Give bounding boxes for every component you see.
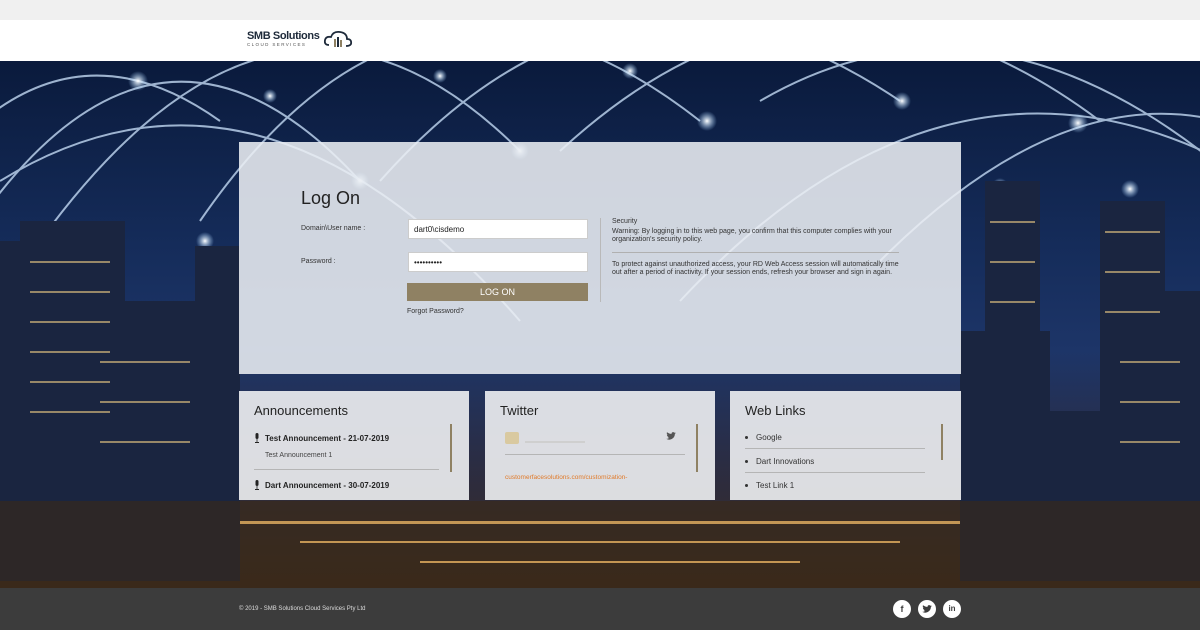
brand-logo[interactable]: SMB Solutions CLOUD SERVICES: [247, 29, 353, 49]
announcements-scrollbar[interactable]: [450, 424, 452, 472]
tweet-author-placeholder: [525, 441, 585, 443]
log-on-button[interactable]: LOG ON: [407, 283, 588, 301]
top-strip: [0, 0, 1200, 20]
copyright-text: © 2019 - SMB Solutions Cloud Services Pt…: [239, 606, 366, 612]
site-footer: © 2019 - SMB Solutions Cloud Services Pt…: [0, 588, 1200, 630]
tweet-link[interactable]: customerfacesolutions.com/customization-: [505, 474, 627, 481]
brand-sub: CLOUD SERVICES: [247, 41, 307, 47]
announcements-title: Announcements: [254, 403, 348, 418]
brand-name: SMB Solutions: [247, 29, 320, 42]
web-link-test-link-1[interactable]: Test Link 1: [745, 481, 794, 490]
bullet-icon: [745, 436, 748, 439]
site-header: SMB Solutions CLOUD SERVICES: [0, 20, 1200, 61]
password-field[interactable]: ••••••••••: [408, 252, 588, 272]
web-link-label: Test Link 1: [756, 481, 795, 490]
username-field[interactable]: dart0\cisdemo: [408, 219, 588, 239]
microphone-icon: [255, 433, 259, 443]
security-timeout: To protect against unauthorized access, …: [612, 261, 899, 276]
bullet-icon: [745, 460, 748, 463]
facebook-icon[interactable]: f: [893, 600, 911, 618]
announcement-item[interactable]: Test Announcement - 21-07-2019: [254, 433, 389, 443]
security-notice: Security Warning: By logging in to this …: [612, 218, 902, 277]
web-links-scrollbar[interactable]: [941, 424, 943, 460]
forgot-password-link[interactable]: Forgot Password?: [407, 308, 464, 315]
password-label: Password :: [301, 258, 336, 265]
microphone-icon: [255, 480, 259, 490]
tweet-avatar: [505, 432, 519, 444]
security-heading: Security: [612, 218, 638, 225]
announcement-body: Test Announcement 1: [265, 452, 333, 459]
web-link-label: Google: [756, 433, 782, 442]
security-warning: Warning: By logging in to this web page,…: [612, 228, 892, 243]
login-title: Log On: [301, 188, 361, 208]
linkedin-icon[interactable]: in: [943, 600, 961, 618]
web-link-separator: [745, 472, 925, 473]
web-links-title: Web Links: [745, 403, 806, 418]
twitter-card: Twitter customerfacesolutions.com/custom…: [485, 391, 715, 500]
announcement-title: Dart Announcement - 30-07-2019: [265, 480, 390, 490]
web-link-separator: [745, 448, 925, 449]
web-links-card: Web Links Google Dart Innovations Test L…: [730, 391, 961, 500]
bullet-icon: [745, 484, 748, 487]
web-link-dart-innovations[interactable]: Dart Innovations: [745, 457, 814, 466]
brand-logo-text: SMB Solutions CLOUD SERVICES: [247, 29, 320, 48]
twitter-icon[interactable]: [918, 600, 936, 618]
announcement-item[interactable]: Dart Announcement - 30-07-2019: [254, 480, 389, 490]
tweet-separator: [505, 454, 685, 455]
twitter-scrollbar[interactable]: [696, 424, 698, 472]
twitter-bird-glyph: [922, 605, 932, 613]
web-link-google[interactable]: Google: [745, 433, 782, 442]
cloud-logo-icon: [324, 30, 353, 47]
announcements-card: Announcements Test Announcement - 21-07-…: [239, 391, 469, 500]
username-label: Domain\User name :: [301, 225, 366, 232]
announcement-title: Test Announcement - 21-07-2019: [265, 433, 390, 443]
announcement-separator: [254, 469, 439, 470]
login-divider: [600, 218, 601, 302]
security-separator: [612, 252, 899, 253]
web-link-label: Dart Innovations: [756, 457, 815, 466]
twitter-title: Twitter: [500, 403, 539, 418]
login-panel: Log On Domain\User name : dart0\cisdemo …: [239, 142, 961, 374]
twitter-bird-icon[interactable]: [666, 432, 676, 440]
